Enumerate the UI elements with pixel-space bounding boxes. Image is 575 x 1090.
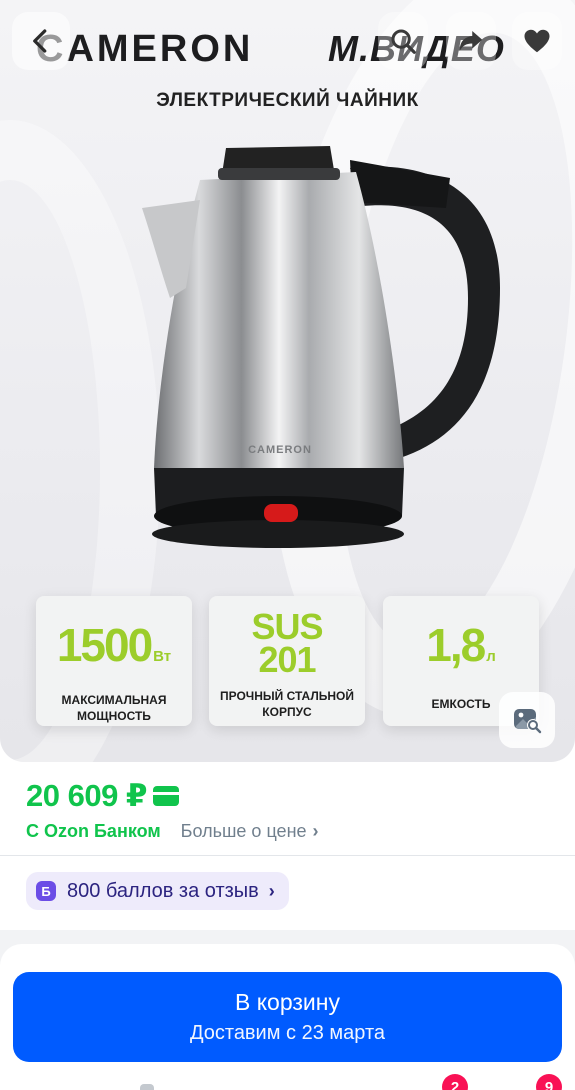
kettle-illustration: CAMERON [142,146,500,548]
points-icon: Б [36,881,56,901]
review-points-button[interactable]: Б 800 баллов за отзыв › [26,872,289,910]
chevron-right-icon: › [268,880,275,901]
share-button[interactable] [446,12,496,70]
price-value: 20 609 ₽ [26,778,148,813]
back-button[interactable] [12,12,70,70]
ozon-bank-label: С Ozon Банком [26,821,161,841]
add-to-cart-button[interactable]: В корзину Доставим с 23 марта [13,972,562,1062]
product-image-subtitle: ЭЛЕКТРИЧЕСКИЙ ЧАЙНИК [156,90,419,111]
feature-label: МАКСИМАЛЬНАЯ МОЩНОСТЬ [61,693,167,723]
add-to-cart-label: В корзину [235,989,340,1015]
feature-value: SUS 201 [251,606,323,680]
feature-card-body: SUS 201 ПРОЧНЫЙ СТАЛЬНОЙ КОРПУС [209,596,365,726]
tabbar-icon-hint[interactable] [140,1084,154,1090]
share-icon [459,31,483,51]
product-image-gallery[interactable]: CAMERON М.ВИДЕО ЭЛЕКТРИЧЕСКИЙ ЧАЙНИК CAM… [0,0,575,762]
heart-icon [524,29,550,53]
feature-value: 1,8 л [426,619,496,671]
bank-price-row[interactable]: С Ozon Банком Больше о цене › [26,821,319,842]
favorite-button[interactable] [512,12,562,70]
more-about-price-link[interactable]: Больше о цене [181,821,307,842]
feature-label: ПРОЧНЫЙ СТАЛЬНОЙ КОРПУС [219,689,355,719]
image-search-button[interactable] [499,692,555,748]
kettle-engraving: CAMERON [248,444,312,456]
chevron-left-icon [33,29,47,53]
search-button[interactable] [378,12,428,70]
review-points-text: 800 баллов за отзыв [67,879,259,902]
feature-label: ЕМКОСТЬ [431,697,491,711]
bank-card-icon [153,786,179,806]
feature-card-power: 1500 Вт МАКСИМАЛЬНАЯ МОЩНОСТЬ [36,596,192,726]
chevron-right-icon: › [312,821,319,841]
image-search-icon [514,709,542,734]
delivery-date-text: Доставим с 23 марта [189,1022,386,1044]
divider [0,855,575,856]
feature-value: 1500 Вт [56,619,172,671]
price-row[interactable]: 20 609 ₽ [26,778,179,814]
search-icon [391,29,416,54]
